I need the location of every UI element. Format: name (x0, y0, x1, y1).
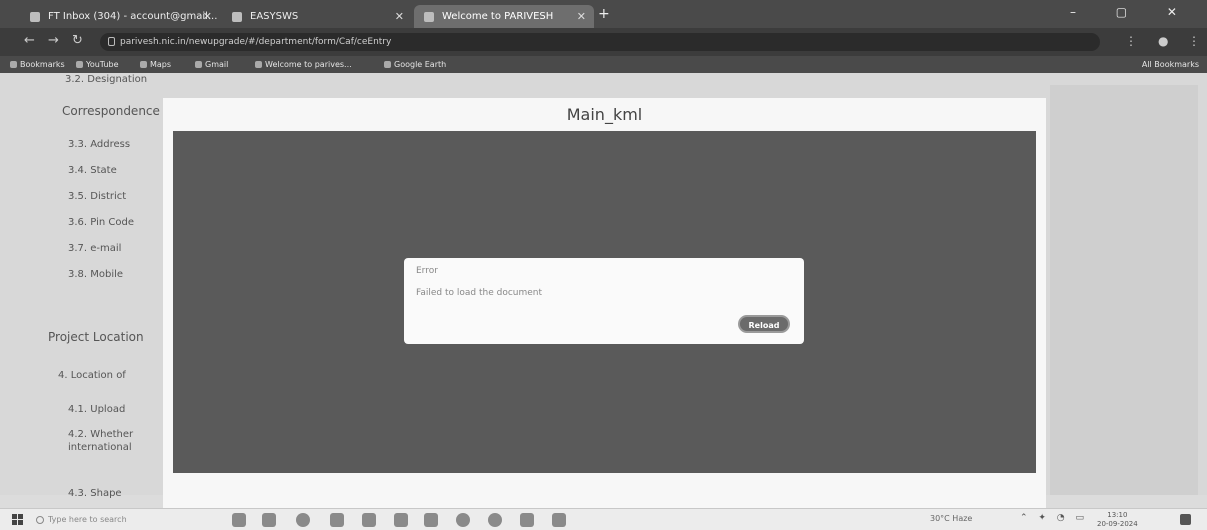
task-view-icon[interactable] (232, 513, 246, 527)
system-tray-icons[interactable]: ⌃ ✦ ◔ ▭ (1020, 513, 1088, 523)
browser-tab-gmail[interactable]: FT Inbox (304) - account@gmail... ✕ (20, 5, 220, 28)
dialog-message: Failed to load the document (416, 288, 543, 298)
app-icon[interactable] (520, 513, 534, 527)
bookmark-item[interactable]: YouTube (76, 58, 119, 71)
weather-widget[interactable]: 30°C Haze (930, 514, 972, 523)
reload-icon[interactable]: ↻ (72, 33, 83, 48)
form-label: 4.1. Upload (68, 404, 126, 415)
file-explorer-icon[interactable] (362, 513, 376, 527)
extensions-icon[interactable]: ⋮ (1125, 34, 1137, 48)
form-label: 3.7. e-mail (68, 243, 122, 254)
error-dialog: Error Failed to load the document Reload (404, 258, 804, 344)
form-label: 3.6. Pin Code (68, 217, 134, 228)
profile-icon[interactable]: ● (1158, 34, 1168, 48)
form-label: international (68, 442, 132, 453)
windows-taskbar: Type here to search 30°C Haze ⌃ ✦ ◔ ▭ 13… (0, 508, 1207, 530)
bookmark-item[interactable]: Maps (140, 58, 171, 71)
close-tab-icon[interactable]: ✕ (203, 5, 212, 28)
edge-browser-icon[interactable] (296, 513, 310, 527)
new-tab-button[interactable]: + (598, 6, 610, 22)
taskbar-clock[interactable]: 13:10 20-09-2024 (1097, 511, 1138, 529)
close-tab-icon[interactable]: ✕ (395, 5, 404, 28)
lock-icon[interactable] (108, 37, 115, 46)
tab-label: EASYSWS (250, 11, 299, 22)
bookmark-item[interactable]: Gmail (195, 58, 228, 71)
section-heading: Correspondence (62, 104, 160, 118)
bookmark-item[interactable]: Google Earth (384, 58, 446, 71)
form-label: 3.2. Designation (65, 74, 148, 85)
forward-arrow-icon[interactable]: → (48, 33, 59, 48)
tab-label: FT Inbox (304) - account@gmail... (48, 11, 218, 22)
form-label: 3.3. Address (68, 139, 131, 150)
reload-button[interactable]: Reload (738, 315, 790, 333)
form-label: 3.5. District (68, 191, 127, 202)
form-label: 4.3. Shape (68, 488, 122, 499)
store-icon[interactable] (330, 513, 344, 527)
bookmarks-bar: Bookmarks YouTube Maps Gmail Welcome to … (0, 56, 1207, 73)
dialog-title: Error (416, 266, 438, 276)
site-favicon-icon (424, 12, 434, 22)
url-field[interactable]: parivesh.nic.in/newupgrade/#/department/… (100, 33, 1100, 51)
browser-tab-strip: FT Inbox (304) - account@gmail... ✕ EASY… (0, 0, 1207, 28)
all-bookmarks-link[interactable]: All Bookmarks (1142, 58, 1199, 71)
address-bar-row: ← → ↻ parivesh.nic.in/newupgrade/#/depar… (0, 28, 1207, 56)
app-icon[interactable] (456, 513, 470, 527)
form-label: 4.2. Whether (68, 429, 134, 440)
section-heading: Project Location (48, 330, 144, 344)
taskbar-search-input[interactable]: Type here to search (36, 513, 206, 527)
clock-date: 20-09-2024 (1097, 520, 1138, 528)
bookmark-item[interactable]: Welcome to parives... (255, 58, 352, 71)
notification-icon[interactable] (1180, 514, 1191, 525)
modal-title: Main_kml (566, 105, 643, 124)
form-label: 4. Location of (58, 370, 126, 381)
close-tab-icon[interactable]: ✕ (577, 5, 586, 28)
app-icon[interactable] (424, 513, 438, 527)
clock-time: 13:10 (1107, 511, 1128, 519)
app-icon[interactable] (552, 513, 566, 527)
widgets-icon[interactable] (262, 513, 276, 527)
menu-icon[interactable]: ⋮ (1188, 34, 1200, 48)
app-icon[interactable] (394, 513, 408, 527)
form-label: 3.4. State (68, 165, 117, 176)
site-favicon-icon (232, 12, 242, 22)
windows-start-icon[interactable] (12, 514, 23, 525)
browser-tab-parivesh[interactable]: Welcome to PARIVESH ✕ (414, 5, 594, 28)
form-label: 3.8. Mobile (68, 269, 124, 280)
browser-tab-easysws[interactable]: EASYSWS ✕ (222, 5, 412, 28)
bookmark-item[interactable]: Bookmarks (10, 58, 65, 71)
back-arrow-icon[interactable]: ← (24, 33, 35, 48)
right-side-panel (1050, 85, 1198, 495)
tab-label: Welcome to PARIVESH (442, 11, 554, 22)
gmail-favicon-icon (30, 12, 40, 22)
chrome-icon[interactable] (488, 513, 502, 527)
window-controls[interactable]: – ▢ ✕ (1070, 5, 1195, 19)
